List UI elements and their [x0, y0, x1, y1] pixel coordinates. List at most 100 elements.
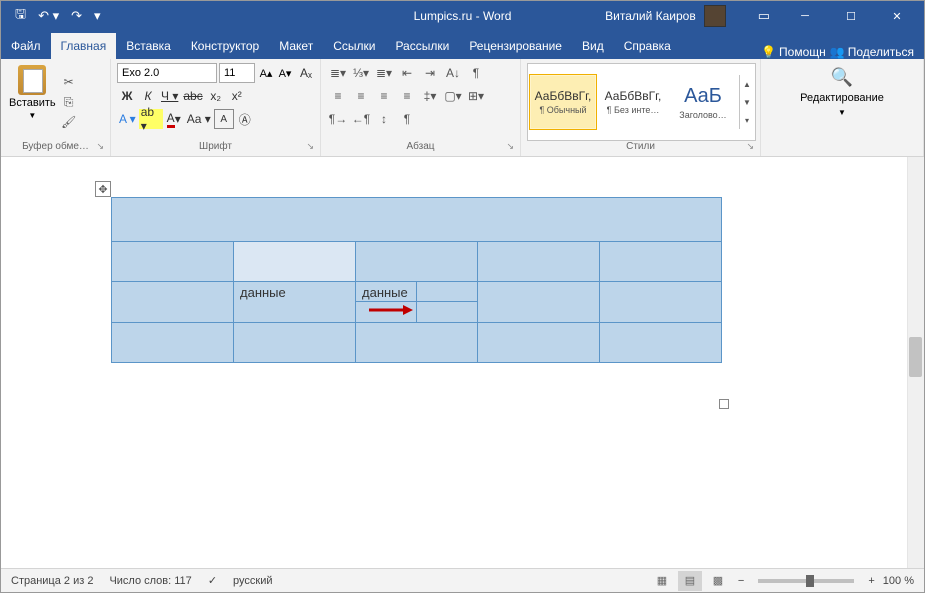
data-cell-2[interactable]: данные: [356, 282, 417, 302]
tab-layout[interactable]: Макет: [269, 33, 323, 59]
dialog-launcher-icon[interactable]: ↘: [96, 141, 104, 152]
tab-view[interactable]: Вид: [572, 33, 614, 59]
shrink-font-button[interactable]: A▾: [276, 63, 294, 83]
zoom-slider[interactable]: [758, 579, 854, 583]
print-layout-button[interactable]: ▤: [678, 571, 702, 591]
underline-button[interactable]: Ч ▾: [159, 86, 180, 106]
ribbon-options-icon[interactable]: ▭: [754, 6, 774, 26]
ltr-button[interactable]: ¶→: [327, 109, 349, 129]
highlight-button[interactable]: ab ▾: [139, 109, 163, 129]
user-name[interactable]: Виталий Каиров: [605, 9, 696, 23]
tell-me[interactable]: 💡Помощн: [761, 45, 826, 59]
zoom-thumb[interactable]: [806, 575, 814, 587]
zoom-out-button[interactable]: −: [734, 575, 748, 587]
style-no-spacing[interactable]: АаБбВвГг, ¶ Без инте…: [599, 74, 667, 130]
table-cell[interactable]: [417, 282, 478, 302]
tab-home[interactable]: Главная: [51, 33, 117, 59]
word-table[interactable]: данные данные: [111, 197, 722, 363]
gallery-more-icon[interactable]: ▾: [740, 111, 754, 129]
text-effects-button[interactable]: A ▾: [117, 109, 138, 129]
style-normal[interactable]: АаБбВвГг, ¶ Обычный: [529, 74, 597, 130]
superscript-button[interactable]: x²: [227, 86, 247, 106]
tab-file[interactable]: Файл: [1, 33, 51, 59]
editing-button[interactable]: 🔍 Редактирование ▼: [790, 63, 894, 154]
bold-button[interactable]: Ж: [117, 86, 137, 106]
table-cell[interactable]: [356, 302, 417, 322]
change-case-button[interactable]: Aa ▾: [185, 109, 213, 129]
show-marks-button[interactable]: ¶: [465, 63, 487, 83]
enclose-chars-button[interactable]: Ⓐ: [235, 109, 255, 129]
share-button[interactable]: 👥Поделиться: [830, 45, 914, 59]
tab-mailings[interactable]: Рассылки: [385, 33, 459, 59]
maximize-button[interactable]: ☐: [828, 1, 874, 31]
table-row[interactable]: [112, 198, 722, 242]
table-cell[interactable]: [417, 302, 478, 322]
numbering-button[interactable]: ⅓▾: [350, 63, 372, 83]
cut-icon[interactable]: ✂: [61, 74, 77, 90]
align-center-button[interactable]: ≡: [350, 86, 372, 106]
word-count[interactable]: Число слов: 117: [109, 575, 191, 587]
document-area[interactable]: ✥ данные данные: [1, 157, 924, 568]
page-indicator[interactable]: Страница 2 из 2: [11, 575, 93, 587]
read-mode-button[interactable]: ▦: [650, 571, 674, 591]
char-border-button[interactable]: A: [214, 109, 234, 129]
zoom-level[interactable]: 100 %: [883, 575, 914, 587]
undo-icon[interactable]: ↶ ▾: [34, 6, 63, 26]
table-move-handle[interactable]: ✥: [95, 181, 111, 197]
language-indicator[interactable]: русский: [233, 575, 272, 587]
gallery-down-icon[interactable]: ▼: [740, 93, 754, 111]
font-color-button[interactable]: A ▾: [164, 109, 184, 129]
table-row[interactable]: [112, 323, 722, 363]
sort-button[interactable]: A↓: [442, 63, 464, 83]
zoom-in-button[interactable]: +: [864, 575, 878, 587]
data-cell-1[interactable]: данные: [234, 282, 356, 323]
multilevel-button[interactable]: ≣▾: [373, 63, 395, 83]
style-heading1[interactable]: АаБ Заголово…: [669, 74, 737, 130]
decrease-indent-button[interactable]: ⇤: [396, 63, 418, 83]
strike-button[interactable]: abc: [181, 86, 204, 106]
vertical-scrollbar[interactable]: [907, 157, 924, 568]
clear-format-button[interactable]: Aₓ: [296, 63, 316, 83]
asian-layout-button[interactable]: ↕: [373, 109, 395, 129]
close-button[interactable]: ✕: [874, 1, 920, 31]
subscript-button[interactable]: x₂: [206, 86, 226, 106]
dialog-launcher-icon[interactable]: ↘: [306, 141, 314, 152]
styles-gallery[interactable]: АаБбВвГг, ¶ Обычный АаБбВвГг, ¶ Без инте…: [527, 63, 756, 141]
borders-button[interactable]: ⊞▾: [465, 86, 487, 106]
gallery-up-icon[interactable]: ▲: [740, 75, 754, 93]
user-avatar[interactable]: [704, 5, 726, 27]
show-hide-button[interactable]: ¶: [396, 109, 418, 129]
copy-icon[interactable]: ⎘: [61, 94, 77, 110]
rtl-button[interactable]: ←¶: [350, 109, 372, 129]
save-icon[interactable]: 🖫: [11, 3, 30, 29]
align-left-button[interactable]: ≡: [327, 86, 349, 106]
font-size-combo[interactable]: [219, 63, 255, 83]
align-right-button[interactable]: ≡: [373, 86, 395, 106]
web-layout-button[interactable]: ▩: [706, 571, 730, 591]
grow-font-button[interactable]: A▴: [257, 63, 275, 83]
paste-button[interactable]: Вставить ▼: [7, 63, 58, 141]
minimize-button[interactable]: ─: [782, 1, 828, 31]
dialog-launcher-icon[interactable]: ↘: [506, 141, 514, 152]
justify-button[interactable]: ≡: [396, 86, 418, 106]
table-resize-handle[interactable]: [719, 399, 729, 409]
redo-icon[interactable]: ↷: [67, 6, 86, 26]
italic-button[interactable]: К: [138, 86, 158, 106]
table-row[interactable]: [112, 242, 722, 282]
table-row[interactable]: данные данные: [112, 282, 722, 323]
tab-help[interactable]: Справка: [614, 33, 681, 59]
increase-indent-button[interactable]: ⇥: [419, 63, 441, 83]
format-painter-icon[interactable]: 🖌: [61, 114, 77, 130]
qat-customize-icon[interactable]: ▾: [90, 6, 105, 26]
shading-button[interactable]: ▢▾: [442, 86, 464, 106]
bullets-button[interactable]: ≣▾: [327, 63, 349, 83]
line-spacing-button[interactable]: ‡▾: [419, 86, 441, 106]
tab-references[interactable]: Ссылки: [323, 33, 385, 59]
tab-insert[interactable]: Вставка: [116, 33, 181, 59]
tab-review[interactable]: Рецензирование: [459, 33, 572, 59]
tab-design[interactable]: Конструктор: [181, 33, 269, 59]
font-name-combo[interactable]: [117, 63, 217, 83]
dialog-launcher-icon[interactable]: ↘: [746, 141, 754, 152]
proofing-icon[interactable]: ✓: [208, 574, 217, 587]
scrollbar-thumb[interactable]: [909, 337, 922, 377]
